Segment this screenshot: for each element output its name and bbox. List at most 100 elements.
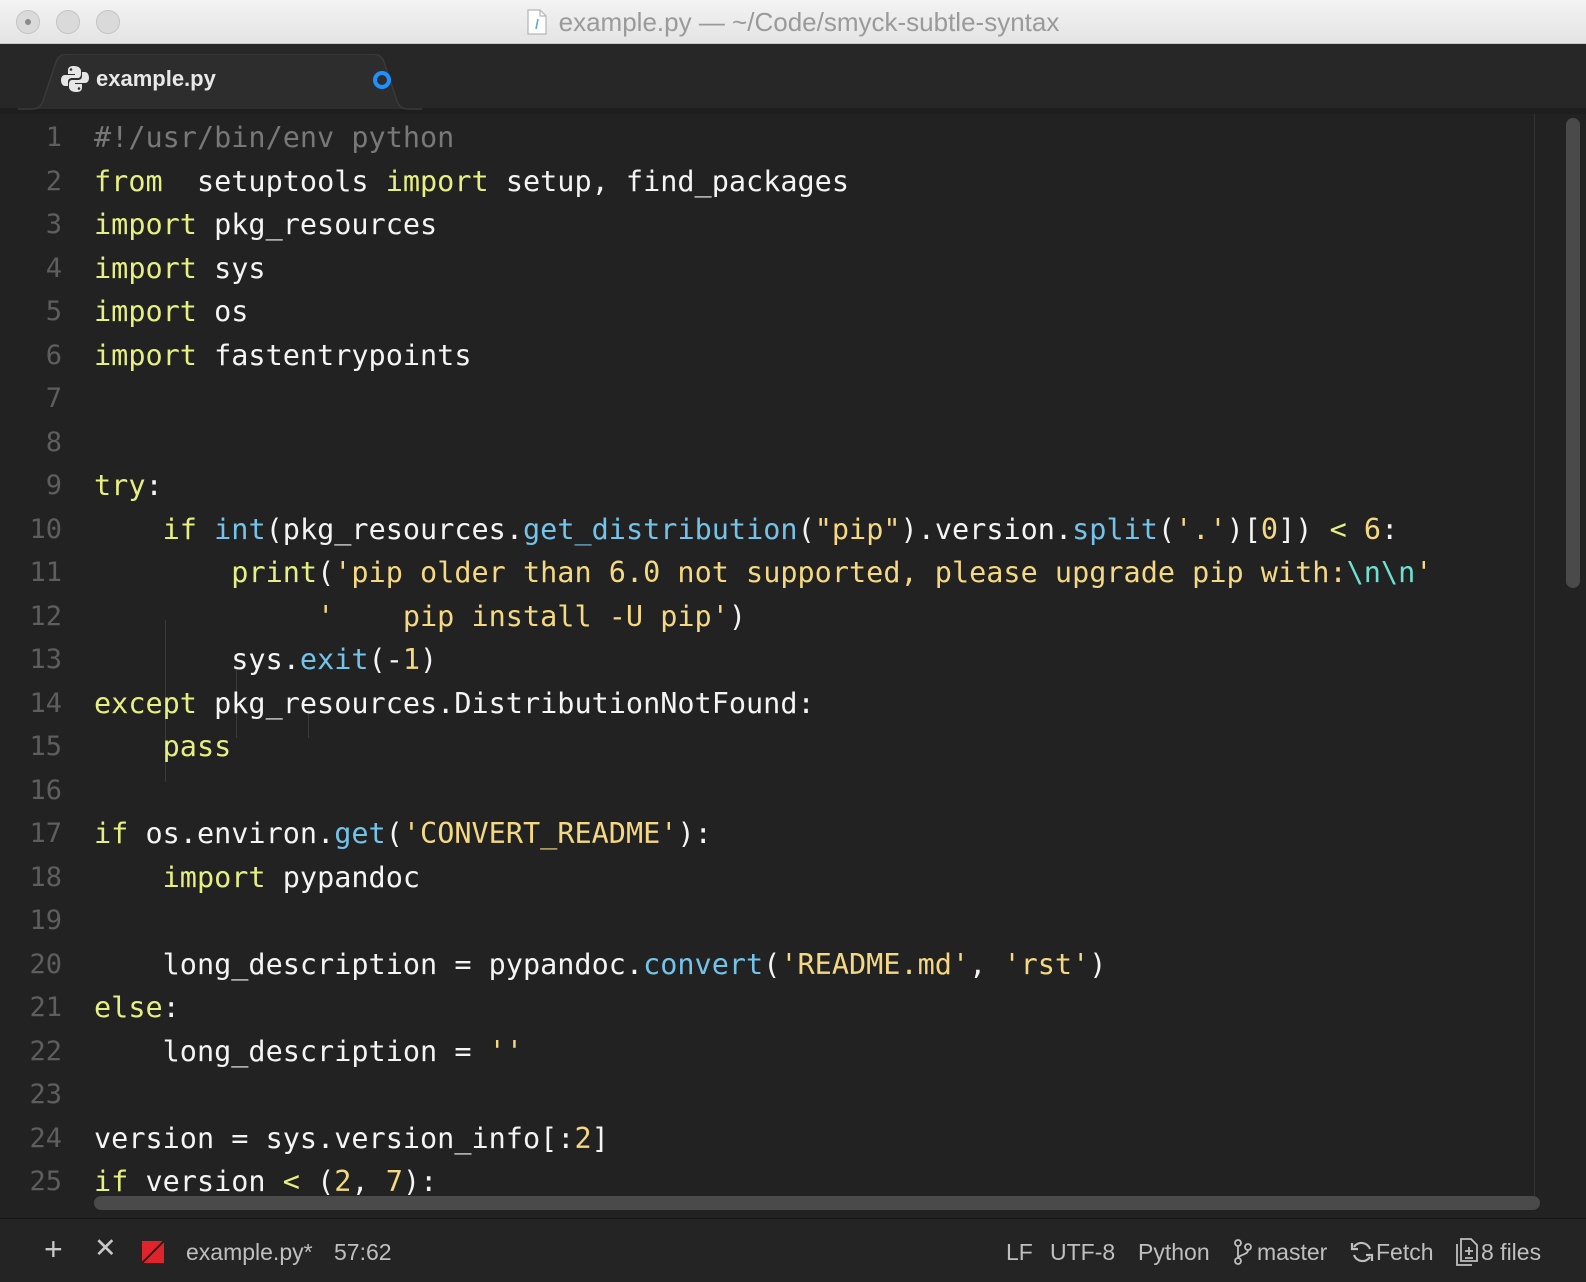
code-token: setup, find_packages — [488, 164, 849, 198]
editor-edge — [1534, 114, 1535, 1204]
sync-icon — [1350, 1240, 1374, 1270]
linter-error-icon[interactable] — [141, 1240, 165, 1269]
code-token: ).version. — [900, 512, 1073, 546]
code-token: get_distribution — [523, 512, 798, 546]
code-token: get — [334, 817, 386, 850]
code-token: 'README.md' — [780, 947, 970, 981]
code-token: pass — [162, 730, 232, 763]
line-number: 24 — [29, 1122, 62, 1154]
code-token: (- — [368, 643, 403, 676]
code-line[interactable]: version = sys.version_info[:2] — [94, 1117, 609, 1161]
code-token: import — [94, 251, 197, 285]
line-number: 4 — [45, 252, 62, 284]
line-number: 2 — [45, 165, 62, 197]
code-token: ): — [402, 1165, 438, 1198]
git-fetch-button[interactable]: Fetch — [1376, 1239, 1434, 1266]
grammar-selector[interactable]: Python — [1138, 1239, 1210, 1266]
vertical-scrollbar[interactable] — [1566, 118, 1580, 588]
line-number: 13 — [29, 644, 62, 675]
changed-files-count[interactable]: 8 files — [1481, 1239, 1541, 1266]
git-branch-label[interactable]: master — [1257, 1239, 1327, 1266]
code-token: try — [94, 469, 146, 502]
cursor-position[interactable]: 57:62 — [334, 1239, 392, 1266]
code-line[interactable]: if os.environ.get('CONVERT_README'): — [94, 812, 712, 856]
code-token: '.' — [1175, 512, 1227, 546]
code-token: '' — [488, 1034, 523, 1068]
line-number: 16 — [29, 774, 62, 806]
tab-label: example.py — [96, 66, 216, 91]
code-token: 7 — [385, 1165, 403, 1198]
code-token: sys — [196, 251, 266, 285]
line-number: 17 — [29, 818, 62, 849]
line-number: 21 — [29, 992, 62, 1023]
code-token: ) — [420, 643, 438, 676]
tab-example-py[interactable]: example.py — [18, 54, 422, 110]
encoding-selector[interactable]: UTF-8 — [1050, 1239, 1115, 1266]
code-line[interactable]: import pkg_resources — [94, 203, 437, 247]
code-token: pypandoc — [265, 860, 421, 894]
code-token: import — [162, 860, 266, 894]
line-number: 15 — [29, 731, 62, 762]
code-token: ( — [797, 512, 815, 546]
code-line[interactable]: try: — [94, 464, 163, 508]
code-token: , — [351, 1165, 386, 1198]
code-token: version = sys.version_info[: — [94, 1121, 575, 1155]
code-line[interactable]: ' pip install -U pip') — [94, 595, 746, 639]
code-token: exit — [299, 643, 369, 676]
code-token: 'CONVERT_README' — [402, 817, 678, 850]
document-icon — [527, 9, 547, 35]
code-token: (pkg_resources. — [265, 512, 524, 546]
code-token: from — [94, 164, 163, 198]
line-number: 19 — [29, 905, 62, 936]
code-line[interactable]: except pkg_resources.DistributionNotFoun… — [94, 682, 815, 726]
code-line[interactable]: sys.exit(-1) — [94, 638, 437, 682]
code-line[interactable]: pass — [94, 725, 232, 769]
code-line[interactable]: long_description = pypandoc.convert('REA… — [94, 943, 1107, 987]
horizontal-scrollbar[interactable] — [94, 1196, 1540, 1210]
code-line[interactable]: import sys — [94, 247, 266, 291]
line-number: 5 — [45, 296, 62, 327]
code-token: 2 — [334, 1165, 352, 1198]
code-token: < — [282, 1165, 300, 1198]
close-pane-button[interactable]: ✕ — [94, 1233, 117, 1264]
code-token: 1 — [402, 643, 421, 676]
code-token: 'pip older than 6.0 not supported, pleas… — [334, 556, 1347, 589]
code-token: pkg_resources — [196, 208, 438, 241]
code-token: ( — [299, 1165, 335, 1198]
file-name[interactable]: example.py* — [186, 1239, 313, 1266]
line-number: 11 — [29, 557, 62, 588]
line-ending-selector[interactable]: LF — [1006, 1239, 1033, 1266]
code-token: print — [231, 556, 318, 589]
code-token: ( — [763, 947, 781, 981]
code-line[interactable]: import pypandoc — [94, 856, 420, 900]
code-line[interactable]: #!/usr/bin/env python — [94, 116, 454, 160]
code-line[interactable]: long_description = '' — [94, 1030, 523, 1074]
code-line[interactable]: import os — [94, 290, 248, 334]
code-token: import — [94, 338, 197, 372]
code-token: ' — [1415, 556, 1433, 589]
code-token: : — [145, 469, 163, 502]
git-branch-icon — [1234, 1239, 1252, 1271]
line-number: 14 — [29, 687, 62, 719]
code-token: pkg_resources.DistributionNotFound: — [196, 686, 815, 720]
code-line[interactable]: import fastentrypoints — [94, 334, 472, 378]
code-token: , — [969, 947, 1004, 981]
code-token: sys. — [94, 643, 300, 676]
line-number: 20 — [29, 948, 62, 980]
code-token: except — [94, 686, 197, 720]
code-line[interactable]: from setuptools import setup, find_packa… — [94, 160, 849, 204]
line-number: 3 — [45, 209, 62, 240]
code-token: ]) — [1278, 512, 1330, 546]
code-editor[interactable]: 1 2 3 4 5 6 7 8 9 10 11 12 13 14 15 16 17 18 19 20 21 22 23 24 2… — [0, 114, 1586, 1218]
code-line[interactable]: else: — [94, 986, 180, 1030]
modified-indicator-icon[interactable] — [373, 71, 391, 89]
add-pane-button[interactable]: + — [44, 1231, 63, 1268]
line-number: 10 — [29, 513, 62, 545]
status-bar: + ✕ example.py* 57:62 LF UTF-8 Python ma… — [0, 1218, 1586, 1282]
code-line[interactable]: if int(pkg_resources.get_distribution("p… — [94, 508, 1399, 552]
code-token: if — [162, 512, 197, 546]
code-line[interactable]: print('pip older than 6.0 not supported,… — [94, 551, 1432, 595]
line-number: 1 — [45, 122, 62, 153]
